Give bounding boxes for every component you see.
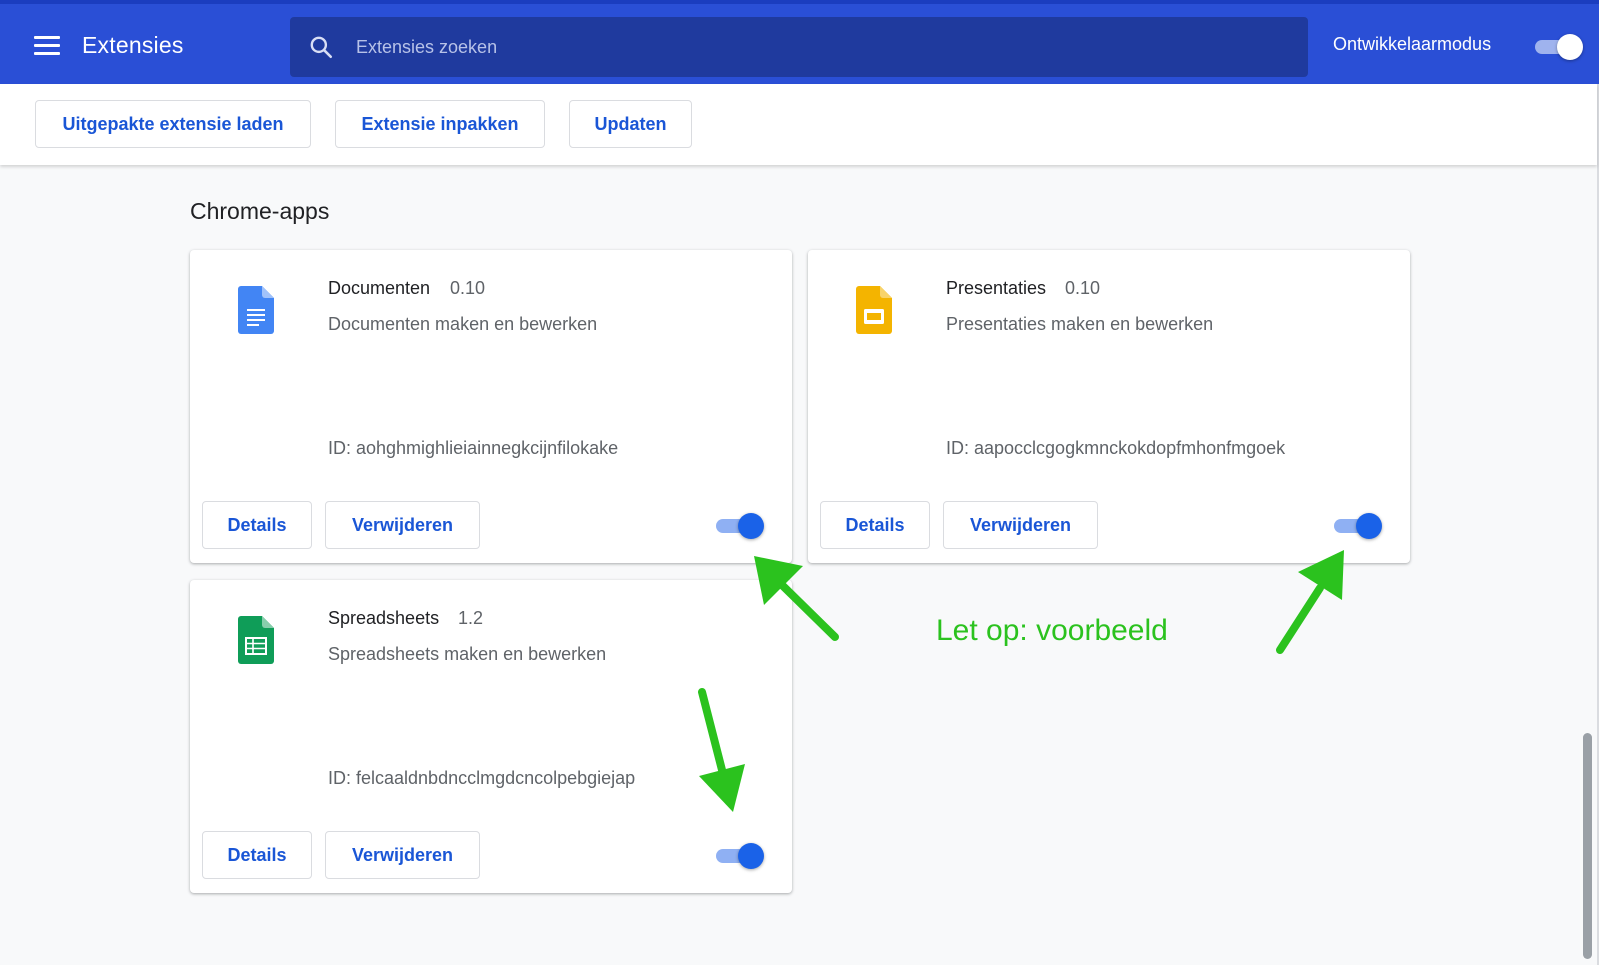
app-card-presentaties: Presentaties 0.10 Presentaties maken en … <box>808 250 1410 563</box>
menu-icon[interactable] <box>34 30 64 60</box>
docs-icon <box>238 286 274 334</box>
app-description: Presentaties maken en bewerken <box>946 314 1214 334</box>
details-button[interactable]: Details <box>820 501 930 549</box>
pack-extension-button[interactable]: Extensie inpakken <box>335 100 545 148</box>
search-icon[interactable] <box>308 34 334 60</box>
scrollbar-thumb[interactable] <box>1583 733 1592 959</box>
scrollbar[interactable] <box>1578 165 1597 965</box>
enable-toggle[interactable] <box>714 513 764 539</box>
load-unpacked-button[interactable]: Uitgepakte extensie laden <box>35 100 311 148</box>
remove-button[interactable]: Verwijderen <box>325 831 480 879</box>
app-card-spreadsheets: Spreadsheets 1.2 Spreadsheets maken en b… <box>190 580 792 893</box>
section-title: Chrome-apps <box>190 198 330 224</box>
dev-mode-toggle[interactable] <box>1533 34 1583 60</box>
app-description: Spreadsheets maken en bewerken <box>328 644 607 664</box>
sheets-icon <box>238 616 274 664</box>
page-title: Extensies <box>82 32 184 58</box>
annotation-label: Let op: voorbeeld <box>936 614 1168 647</box>
search-box[interactable] <box>290 17 1308 77</box>
app-version: 0.10 <box>450 278 486 298</box>
developer-toolbar: Uitgepakte extensie laden Extensie inpak… <box>0 84 1597 165</box>
app-name: Documenten <box>328 278 431 298</box>
top-bar: Extensies Ontwikkelaarmodus <box>0 0 1599 84</box>
app-description: Documenten maken en bewerken <box>328 314 598 334</box>
app-id: ID: felcaaldnbdncclmgdcncolpebgiejap <box>328 768 636 788</box>
app-card-documenten: Documenten 0.10 Documenten maken en bewe… <box>190 250 792 563</box>
extensions-page: Extensies Ontwikkelaarmodus Uitgepakte e… <box>0 0 1599 965</box>
app-version: 1.2 <box>458 608 484 628</box>
search-input[interactable] <box>356 31 1256 63</box>
app-name: Spreadsheets <box>328 608 440 628</box>
details-button[interactable]: Details <box>202 831 312 879</box>
remove-button[interactable]: Verwijderen <box>325 501 480 549</box>
enable-toggle[interactable] <box>714 843 764 869</box>
app-id: ID: aohghmighlieiainnegkcijnfilokake <box>328 438 619 458</box>
app-id: ID: aapocclcgogkmnckokdopfmhonfmgoek <box>946 438 1286 458</box>
app-name: Presentaties <box>946 278 1047 298</box>
slides-icon <box>856 286 892 334</box>
dev-mode-label: Ontwikkelaarmodus <box>1333 34 1492 54</box>
app-version: 0.10 <box>1065 278 1101 298</box>
details-button[interactable]: Details <box>202 501 312 549</box>
enable-toggle[interactable] <box>1332 513 1382 539</box>
arrow-icon <box>1276 550 1344 654</box>
update-button[interactable]: Updaten <box>569 100 692 148</box>
remove-button[interactable]: Verwijderen <box>943 501 1098 549</box>
